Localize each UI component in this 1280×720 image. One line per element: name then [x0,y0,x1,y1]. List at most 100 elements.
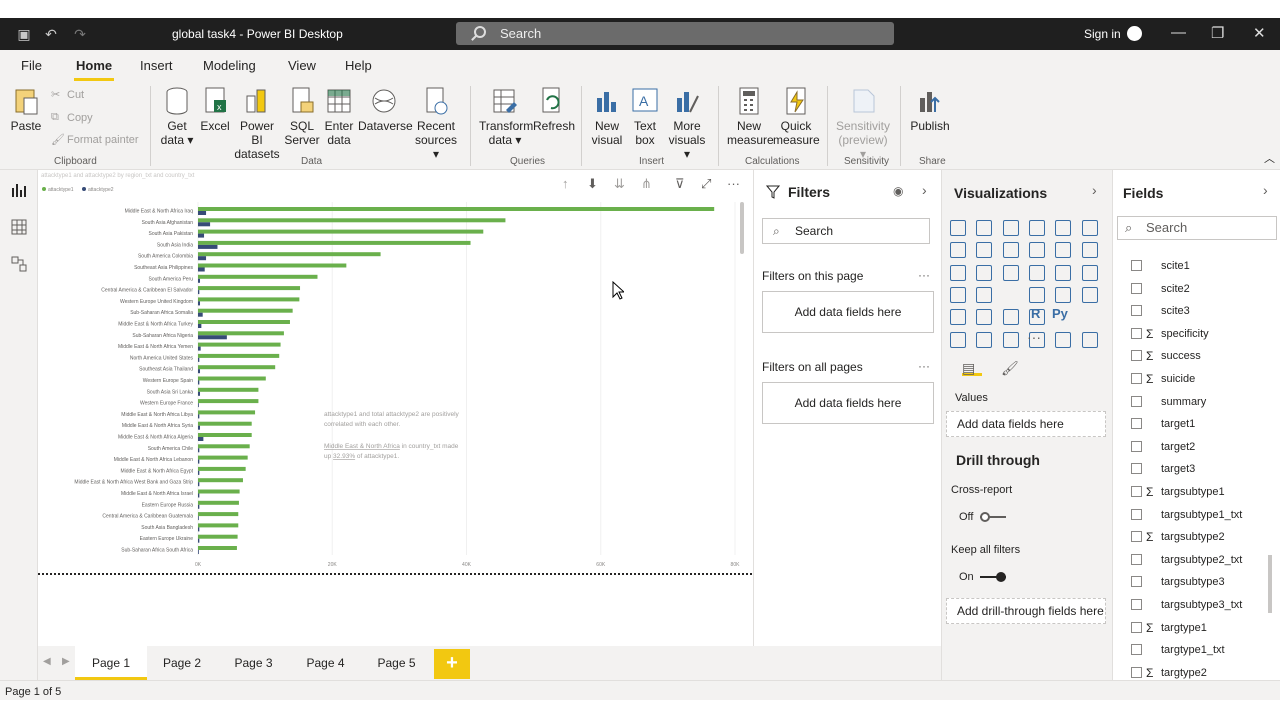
stacked-column-visual-icon[interactable] [976,220,993,236]
slicer-visual-icon[interactable] [976,309,993,326]
clustered-column-visual-icon[interactable] [1028,220,1045,236]
field-item[interactable]: targsubtype3 [1131,572,1280,592]
bar-attacktype2[interactable] [198,504,200,509]
waterfall-visual-icon[interactable] [950,264,966,281]
field-checkbox[interactable] [1131,395,1142,407]
enter-data-button[interactable]: Enter data [323,86,355,147]
bar-attacktype1[interactable] [198,410,256,415]
field-checkbox[interactable] [1131,373,1142,384]
stacked-bar-visual-icon[interactable] [950,220,966,236]
bar-attacktype2[interactable] [198,312,203,317]
bar-attacktype2[interactable] [198,550,199,554]
format-paint-roller-icon[interactable]: 🖌 [1001,360,1019,377]
field-item[interactable]: Σsuccess [1131,346,1280,366]
text-box-button[interactable]: A Text box [628,86,662,147]
field-item[interactable]: targsubtype2_txt [1131,550,1280,570]
field-checkbox[interactable] [1131,305,1142,317]
bar-attacktype2[interactable] [198,425,201,430]
chart-scrollbar[interactable] [740,202,744,254]
bar-attacktype1[interactable] [198,512,239,517]
bar-attacktype2[interactable] [198,516,199,521]
funnel-visual-icon[interactable] [976,264,993,281]
field-checkbox[interactable] [1131,508,1142,520]
field-item[interactable]: targsubtype1_txt [1131,505,1280,525]
restore-icon[interactable]: ❐ [1211,24,1224,42]
copy-button[interactable]: Copy [67,112,93,124]
field-checkbox[interactable] [1131,553,1142,565]
more-options-icon[interactable]: ··· [727,176,740,191]
field-checkbox[interactable] [1131,486,1142,497]
bar-attacktype2[interactable] [198,211,207,215]
filter-icon[interactable]: ⊽ [675,176,685,192]
filters-search-input[interactable]: ⌕ Search [762,218,930,244]
field-item[interactable]: Σtargsubtype2 [1131,527,1280,547]
bar-attacktype1[interactable] [198,331,284,336]
page-tab-1[interactable]: Page 1 [75,646,147,680]
field-item[interactable]: Σsuicide [1131,369,1280,389]
field-item[interactable]: Σspecificity [1131,324,1280,344]
field-item[interactable]: scite2 [1131,279,1280,299]
bar-attacktype1[interactable] [198,308,293,313]
field-checkbox[interactable] [1131,463,1142,475]
field-checkbox[interactable] [1131,260,1142,271]
refresh-button[interactable]: Refresh [533,86,575,133]
gauge-visual-icon[interactable] [1028,286,1045,303]
prev-page-icon[interactable]: ◀ [43,656,51,667]
stacked-area-visual-icon[interactable] [1002,242,1019,259]
format-painter-button[interactable]: Format painter [67,134,139,146]
pie-visual-icon[interactable] [1028,264,1045,281]
bar-attacktype2[interactable] [198,335,227,340]
bar-attacktype2[interactable] [198,403,199,408]
page-tab-4[interactable]: Page 4 [290,646,361,680]
narrative-link-percent[interactable]: 32.93% [333,453,355,460]
menu-help[interactable]: Help [345,58,372,73]
bar-attacktype2[interactable] [198,324,202,328]
power-bi-datasets-button[interactable]: Power BI datasets [234,86,280,161]
data-view-icon[interactable] [11,219,27,235]
bar-attacktype1[interactable] [198,421,252,426]
bar-attacktype1[interactable] [198,534,238,539]
menu-home[interactable]: Home [76,58,112,73]
bar-attacktype1[interactable] [198,286,301,291]
decomposition-tree-visual-icon[interactable] [976,331,993,348]
publish-button[interactable]: Publish [908,86,952,133]
bar-attacktype1[interactable] [198,444,250,449]
line-visual-icon[interactable] [950,242,966,259]
field-checkbox[interactable] [1131,621,1142,633]
field-checkbox[interactable] [1131,440,1142,452]
drill-through-drop-well[interactable]: Add drill-through fields here [946,598,1106,624]
filters-all-drop-well[interactable]: Add data fields here [762,382,934,424]
field-checkbox[interactable] [1131,327,1142,339]
quick-measure-button[interactable]: Quick measure [773,86,820,147]
qa-visual-icon[interactable] [1002,331,1019,348]
kpi-visual-icon[interactable] [950,309,966,326]
fields-scrollbar[interactable] [1268,555,1272,613]
more-visuals-icon[interactable]: ··· [1027,329,1041,345]
paginated-visual-icon[interactable] [1055,331,1072,348]
bar-attacktype2[interactable] [198,233,205,238]
bar-attacktype1[interactable] [198,229,484,234]
model-view-icon[interactable] [11,256,27,272]
line-column-visual-icon[interactable] [1028,242,1045,259]
field-item[interactable]: Σtargtype1 [1131,618,1280,638]
field-checkbox[interactable] [1131,282,1142,294]
close-icon[interactable]: ✕ [1253,24,1266,42]
bar-attacktype1[interactable] [198,218,506,223]
bar-attacktype2[interactable] [198,278,201,283]
field-item[interactable]: scite1 [1131,256,1280,276]
add-page-button[interactable]: + [434,649,470,679]
bar-attacktype1[interactable] [198,478,243,483]
bar-attacktype1[interactable] [198,376,266,381]
field-checkbox[interactable] [1131,599,1142,610]
field-checkbox[interactable] [1131,350,1142,362]
filters-page-more-icon[interactable]: ··· [918,268,930,282]
focus-mode-icon[interactable]: ⤢ [701,176,711,192]
avatar[interactable] [1127,26,1142,41]
line-clustered-column-visual-icon[interactable] [1055,242,1072,259]
bar-attacktype1[interactable] [198,252,381,257]
values-drop-well[interactable]: Add data fields here [946,411,1106,437]
bar-attacktype2[interactable] [198,470,200,475]
undo-icon[interactable]: ↶ [43,26,59,42]
bar-attacktype1[interactable] [198,274,318,279]
bar-attacktype2[interactable] [198,256,207,261]
